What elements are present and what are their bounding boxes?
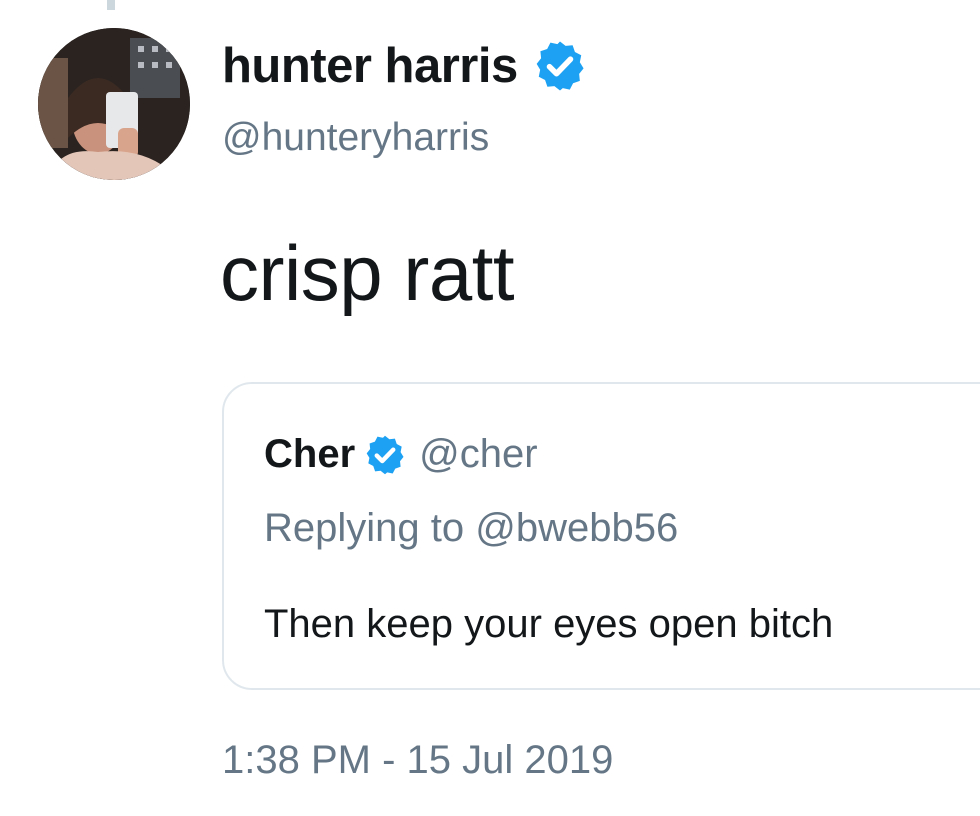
thread-connector-line — [107, 0, 115, 10]
replying-to-mention[interactable]: @bwebb56 — [475, 506, 678, 550]
replying-to-prefix: Replying to — [264, 506, 476, 550]
replying-to-line: Replying to @bwebb56 — [264, 506, 678, 551]
tweet-text: crisp ratt — [220, 229, 515, 317]
quoted-tweet-card[interactable]: Cher @cher Replying to @bwebb56 Then kee… — [222, 382, 980, 690]
avatar-photo-icon — [38, 28, 190, 180]
quoted-tweet-text: Then keep your eyes open bitch — [264, 602, 834, 646]
quoted-tweet-header: Cher @cher — [264, 432, 538, 477]
verified-badge-icon — [532, 38, 588, 94]
tweet-view: hunter harris @hunteryharris crisp ratt … — [0, 0, 980, 816]
avatar[interactable] — [38, 28, 190, 180]
author-handle[interactable]: @hunteryharris — [222, 116, 489, 160]
quoted-author-handle: @cher — [419, 432, 538, 476]
author-display-name[interactable]: hunter harris — [222, 38, 518, 94]
verified-badge-icon — [363, 433, 407, 477]
author-header: hunter harris — [222, 36, 588, 96]
tweet-timestamp[interactable]: 1:38 PM - 15 Jul 2019 — [222, 738, 613, 783]
quoted-author-name: Cher — [264, 432, 356, 476]
